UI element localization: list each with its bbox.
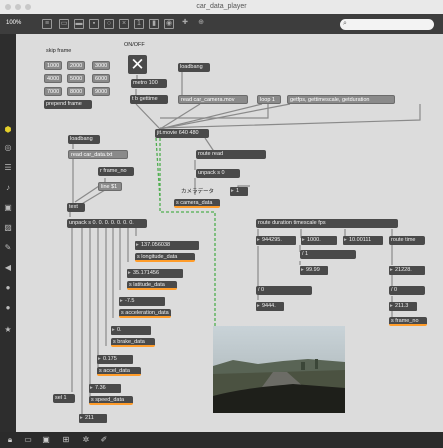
road-scene-image: [213, 326, 345, 413]
loadbang-top-object[interactable]: loadbang: [178, 63, 210, 72]
getfps-message[interactable]: getfps, gettimescale, getduration: [287, 95, 395, 104]
loop-message[interactable]: loop 1: [257, 95, 281, 104]
longitude-send[interactable]: s longitude_data: [135, 253, 195, 262]
t-b-gettime-object[interactable]: t b gettime: [130, 95, 168, 104]
prepend-frame-object[interactable]: prepend frame: [44, 100, 92, 109]
value-99-number[interactable]: 99.99: [300, 266, 328, 275]
lock-patcher-icon[interactable]: 🔒︎: [6, 436, 14, 444]
skip-button-9000[interactable]: 9000: [92, 87, 110, 96]
wrench-icon[interactable]: ✐: [100, 436, 108, 444]
accel-send[interactable]: s accel_data: [97, 367, 141, 376]
divide-0b-object[interactable]: / 0: [389, 286, 425, 295]
settings-icon[interactable]: ✲: [82, 436, 90, 444]
route-time-object[interactable]: route time: [389, 236, 425, 245]
speed-number[interactable]: 7.36: [89, 384, 121, 393]
onoff-label: ON/OFF: [124, 42, 145, 48]
fps-number[interactable]: 10.00111: [343, 236, 383, 245]
time-number[interactable]: 21228.: [389, 266, 425, 275]
presentation-icon[interactable]: ▭: [24, 436, 32, 444]
skip-button-5000[interactable]: 5000: [67, 74, 85, 83]
unpack-s0-object[interactable]: unpack s 0: [196, 169, 240, 178]
loadbang-left-object[interactable]: loadbang: [68, 135, 100, 144]
skip-button-2000[interactable]: 2000: [67, 61, 85, 70]
timescale-number[interactable]: 1000.: [301, 236, 337, 245]
value-2113-number[interactable]: 211.3: [389, 302, 417, 311]
read-camera-message[interactable]: read car_camera.mov: [178, 95, 248, 104]
video-preview: [213, 326, 345, 413]
skip-button-7000[interactable]: 7000: [44, 87, 62, 96]
skip-button-3000[interactable]: 3000: [92, 61, 110, 70]
sel-1-object[interactable]: sel 1: [53, 394, 75, 403]
r-frame-no-object[interactable]: r frame_no: [98, 167, 134, 176]
skip-button-6000[interactable]: 6000: [92, 74, 110, 83]
divide-1-object[interactable]: / 1: [300, 250, 356, 259]
acceleration-number[interactable]: -7.5: [119, 297, 165, 306]
frame-no-send[interactable]: s frame_no: [389, 317, 427, 326]
camera-data-label: カメラデータ: [181, 189, 215, 195]
skip-button-4000[interactable]: 4000: [44, 74, 62, 83]
latitude-number[interactable]: 35.171456: [127, 269, 183, 278]
text-object[interactable]: text: [67, 203, 85, 212]
brake-number[interactable]: 0.: [111, 326, 151, 335]
duration-number[interactable]: 944295.: [256, 236, 296, 245]
onoff-toggle[interactable]: ✕: [128, 55, 147, 74]
grid-icon[interactable]: ⊞: [62, 436, 70, 444]
skip-frame-label: skip frame: [46, 48, 72, 54]
line-message[interactable]: line $1: [98, 182, 122, 191]
jit-movie-object[interactable]: jit.movie 640 480: [155, 129, 209, 138]
latitude-send[interactable]: s latitude_data: [127, 281, 177, 290]
bottom-toolbar: 🔒︎ ▭ ▣ ⊞ ✲ ✐: [0, 432, 443, 448]
route-read-object[interactable]: route read: [196, 150, 266, 159]
accel-number[interactable]: 0.175: [97, 355, 133, 364]
read-data-message[interactable]: read car_data.txt: [68, 150, 128, 159]
unpack-floats-object[interactable]: unpack s 0. 0. 0. 0. 0. 0. 0.: [67, 219, 147, 228]
route-duration-object[interactable]: route duration timescale fps: [256, 219, 398, 228]
speed-send[interactable]: s speed_data: [89, 396, 133, 405]
skip-button-1000[interactable]: 1000: [44, 61, 62, 70]
frame-number[interactable]: 211: [79, 414, 107, 423]
sel-number[interactable]: 1: [230, 187, 248, 196]
skip-button-8000[interactable]: 8000: [67, 87, 85, 96]
window-icon[interactable]: ▣: [42, 436, 50, 444]
longitude-number[interactable]: 137.056038: [135, 241, 199, 250]
value-9444-number[interactable]: 9444.: [256, 302, 284, 311]
divide-0-object[interactable]: / 0: [256, 286, 312, 295]
metro-object[interactable]: metro 100: [131, 79, 167, 88]
brake-send[interactable]: s brake_data: [111, 338, 155, 347]
acceleration-send[interactable]: s acceleration_data: [119, 309, 171, 318]
camera-data-send[interactable]: s camera_data: [174, 199, 220, 208]
